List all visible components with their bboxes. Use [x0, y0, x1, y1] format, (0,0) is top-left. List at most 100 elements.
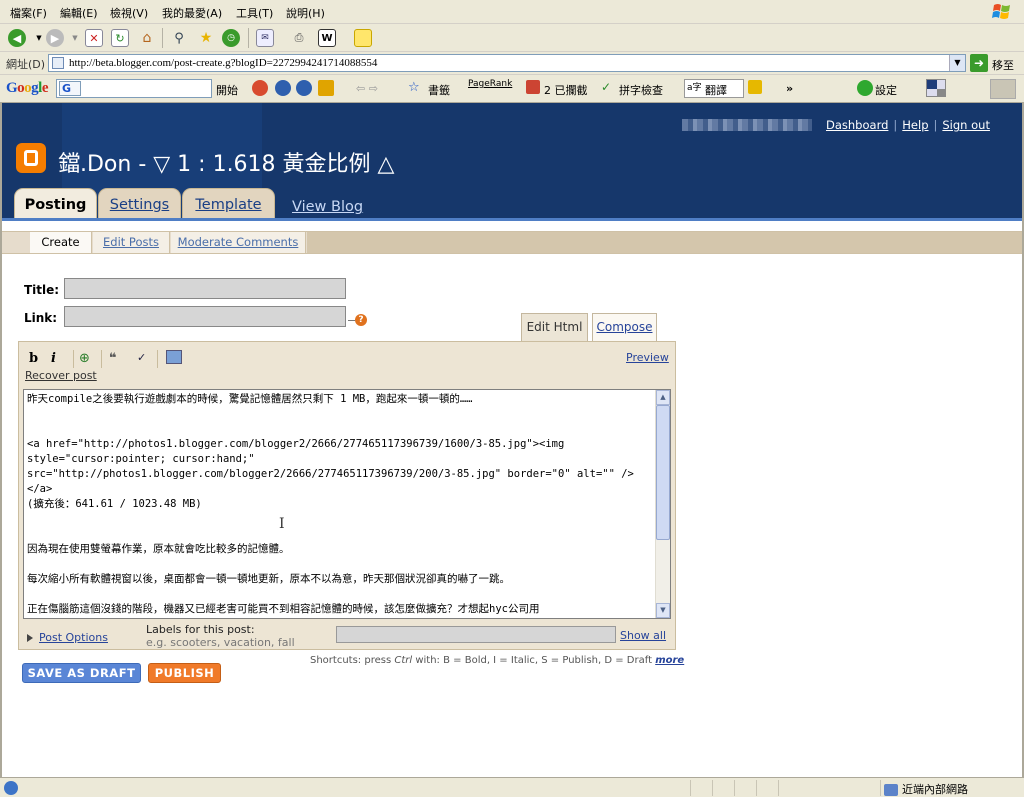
bookmark-star-icon[interactable]: ☆ [408, 80, 420, 95]
address-input[interactable]: http://beta.blogger.com/post-create.g?bl… [48, 54, 966, 72]
note-icon[interactable] [354, 29, 372, 47]
stop-icon[interactable]: ✕ [85, 29, 103, 47]
textarea-scrollbar[interactable]: ▲ ▼ [655, 390, 670, 618]
scroll-thumb[interactable] [656, 405, 670, 540]
search-icon[interactable]: ⚲ [170, 29, 188, 47]
labels-input[interactable] [336, 626, 616, 643]
menu-tools[interactable]: 工具(T) [236, 5, 273, 21]
address-label: 網址(D) [6, 58, 46, 71]
pagerank-button[interactable]: PageRank [468, 79, 512, 89]
window-tile-icon[interactable] [926, 79, 946, 97]
link-globe-icon[interactable]: ⊕ [79, 351, 90, 366]
menu-view[interactable]: 檢視(V) [110, 5, 148, 21]
publish-button[interactable]: PUBLISH [148, 663, 221, 683]
home-icon[interactable]: ⌂ [138, 29, 156, 47]
menu-bar: 檔案(F) 編輯(E) 檢視(V) 我的最愛(A) 工具(T) 說明(H) [0, 0, 1024, 24]
triangle-right-icon [27, 634, 33, 642]
help-link[interactable]: Help [902, 118, 928, 132]
intranet-icon [884, 784, 898, 796]
back-icon[interactable]: ◀ [8, 29, 26, 47]
view-blog-link[interactable]: View Blog [292, 199, 363, 215]
go-arrow-icon: ➜ [970, 54, 988, 72]
history-icon[interactable]: ◷ [222, 29, 240, 47]
post-editor: b i ⊕ ❝ ✓ Preview Recover post 昨天compile… [18, 341, 676, 650]
highlight-icon[interactable]: ⇦ ⇨ [356, 82, 378, 95]
scroll-down-icon[interactable]: ▼ [656, 603, 670, 618]
subtab-create[interactable]: Create [30, 232, 92, 253]
italic-button[interactable]: i [51, 351, 56, 366]
globe-icon[interactable] [275, 80, 291, 96]
tab-posting[interactable]: Posting [14, 188, 97, 220]
popup-blocked-count[interactable]: 2 已攔截 [544, 82, 588, 98]
top-links: Dashboard | Help | Sign out [826, 118, 990, 132]
spellcheck-button[interactable]: 拼字檢查 [619, 82, 663, 98]
page-content: Dashboard | Help | Sign out 鐺.Don - ▽ 1 : 1.… [0, 103, 1024, 777]
post-options-toggle[interactable]: Post Options [27, 631, 108, 644]
mail-icon[interactable]: ✉ [256, 29, 274, 47]
folder-icon[interactable] [748, 80, 762, 94]
browser-toolbar: ◀ ▼ ▶ ▼ ✕ ↻ ⌂ ⚲ ★ ◷ ✉ ⎙ W [0, 24, 1024, 52]
spellcheck-icon: ✓ [601, 80, 612, 94]
tab-template[interactable]: Template [182, 188, 275, 220]
address-bar: 網址(D) http://beta.blogger.com/post-creat… [0, 52, 1024, 75]
windows-logo-icon [992, 4, 1010, 19]
google-search-input[interactable]: G [56, 79, 212, 98]
chevron-down-icon[interactable]: ▼ [66, 29, 84, 47]
menu-help[interactable]: 說明(H) [286, 5, 325, 21]
translate-label: 翻譯 [705, 84, 727, 97]
news-icon[interactable] [252, 80, 268, 96]
recover-post-link[interactable]: Recover post [25, 369, 97, 382]
settings-status-icon [857, 80, 873, 96]
post-body-textarea[interactable]: 昨天compile之後要執行遊戲劇本的時候，驚覺記憶體居然只剩下 1 MB，跑起… [23, 389, 671, 619]
bold-button[interactable]: b [29, 351, 38, 366]
labels-title: Labels for this post: [146, 623, 255, 636]
settings-button[interactable]: 設定 [875, 82, 897, 98]
post-body-text[interactable]: 昨天compile之後要執行遊戲劇本的時候，驚覺記憶體居然只剩下 1 MB，跑起… [27, 392, 655, 617]
status-bar: 近端內部網路 [0, 777, 1024, 797]
google-search-button[interactable]: 開始 [216, 82, 238, 98]
preview-link[interactable]: Preview [626, 351, 669, 364]
globe-icon[interactable] [296, 80, 312, 96]
word-edit-icon[interactable]: W [318, 29, 336, 47]
blockquote-icon[interactable]: ❝ [109, 351, 117, 366]
title-input[interactable] [64, 278, 346, 299]
chevron-down-icon[interactable]: ▼ [949, 55, 965, 71]
link-input[interactable] [64, 306, 346, 327]
menu-edit[interactable]: 編輯(E) [60, 5, 98, 21]
keyboard-shortcuts-hint: Shortcuts: press Ctrl with: B = Bold, I … [310, 655, 685, 666]
link-help-icon[interactable]: ? [348, 314, 368, 326]
google-logo: Google [6, 80, 49, 96]
sign-out-link[interactable]: Sign out [942, 118, 990, 132]
more-chevron-icon[interactable]: » [786, 82, 793, 95]
tab-edit-html[interactable]: Edit Html [521, 313, 588, 341]
show-all-labels-link[interactable]: Show all [620, 629, 666, 642]
spellcheck-icon[interactable]: ✓ [137, 351, 146, 364]
menu-favorites[interactable]: 我的最愛(A) [162, 5, 222, 21]
address-url[interactable]: http://beta.blogger.com/post-create.g?bl… [69, 57, 377, 69]
subtab-edit-posts[interactable]: Edit Posts [93, 232, 170, 253]
user-email-redacted [682, 119, 812, 131]
text-cursor-icon: I [279, 516, 285, 532]
page-icon [52, 57, 64, 69]
google-engine-select[interactable]: G [59, 81, 81, 96]
tab-settings[interactable]: Settings [98, 188, 181, 220]
favorites-star-icon[interactable]: ★ [197, 29, 215, 47]
menu-file[interactable]: 檔案(F) [10, 5, 47, 21]
print-icon[interactable]: ⎙ [290, 29, 308, 47]
bookmarks-button[interactable]: 書籤 [428, 82, 450, 98]
blogger-header: Dashboard | Help | Sign out 鐺.Don - ▽ 1 : 1.… [2, 103, 1022, 221]
translate-button[interactable]: a字 翻譯 [684, 79, 744, 98]
forward-icon[interactable]: ▶ [46, 29, 64, 47]
tab-compose[interactable]: Compose [592, 313, 657, 341]
go-button[interactable]: ➜ 移至 [970, 54, 1020, 72]
scroll-up-icon[interactable]: ▲ [656, 390, 670, 405]
dashboard-link[interactable]: Dashboard [826, 118, 888, 132]
toolbar-options-icon[interactable] [990, 79, 1016, 99]
image-icon[interactable] [166, 350, 182, 364]
puzzle-icon[interactable] [318, 80, 334, 96]
shortcuts-more-link[interactable]: more [655, 655, 684, 666]
save-as-draft-button[interactable]: SAVE AS DRAFT [22, 663, 141, 683]
security-zone: 近端內部網路 [884, 781, 968, 797]
refresh-icon[interactable]: ↻ [111, 29, 129, 47]
subtab-moderate-comments[interactable]: Moderate Comments [171, 232, 306, 253]
